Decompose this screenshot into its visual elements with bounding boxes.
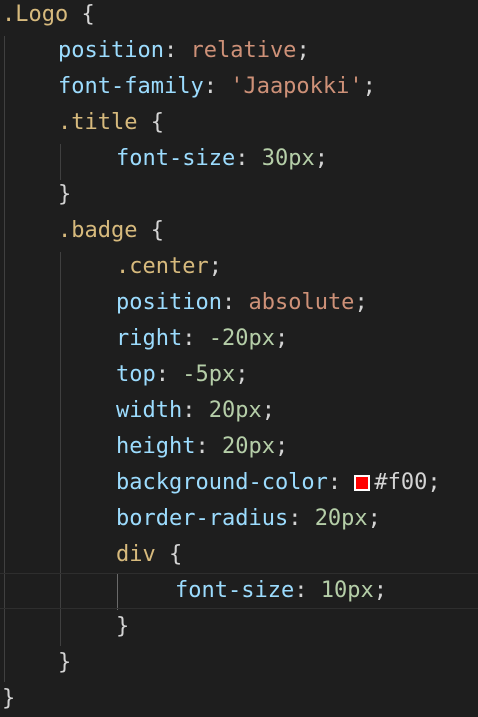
css-value: relative (190, 38, 297, 63)
code-line[interactable]: height: 20px; (0, 429, 478, 465)
semicolon: ; (367, 506, 381, 531)
css-value: 'Jaapokki' (230, 74, 363, 99)
css-value: 20px (314, 506, 368, 531)
css-value: 20px (208, 398, 262, 423)
code-line[interactable]: font-family: 'Jaapokki'; (0, 69, 478, 105)
colon: : (182, 398, 209, 423)
css-selector: .title (58, 110, 138, 135)
semicolon: ; (208, 254, 222, 279)
css-property: right (116, 326, 183, 351)
css-property: height (116, 434, 196, 459)
semicolon: ; (235, 362, 249, 387)
css-property: position (116, 290, 222, 315)
colon: : (294, 578, 321, 603)
css-property: font-family (58, 74, 204, 99)
brace-close: } (58, 650, 72, 675)
code-line[interactable]: border-radius: 20px; (0, 501, 478, 537)
colon: : (203, 74, 231, 99)
code-line[interactable]: .badge { (0, 213, 478, 249)
code-line[interactable]: top: -5px; (0, 357, 478, 393)
semicolon: ; (261, 398, 275, 423)
code-line[interactable]: position: absolute; (0, 285, 478, 321)
code-line[interactable]: position: relative; (0, 33, 478, 69)
brace-open: { (137, 110, 164, 135)
css-value: 20px (221, 434, 275, 459)
semicolon: ; (362, 74, 376, 99)
code-line-current[interactable]: font-size: 10px; (0, 573, 478, 609)
code-line[interactable]: } (0, 681, 478, 717)
code-line[interactable]: right: -20px; (0, 321, 478, 357)
css-value: #f00 (374, 470, 428, 495)
colon: : (195, 434, 222, 459)
css-property: font-size (116, 146, 236, 171)
brace-close: } (2, 686, 16, 711)
code-line[interactable]: font-size: 30px; (0, 141, 478, 177)
brace-open: { (68, 2, 95, 27)
semicolon: ; (274, 326, 289, 351)
semicolon: ; (427, 470, 441, 495)
code-line[interactable]: } (0, 609, 478, 645)
css-property: background-color (116, 470, 328, 495)
css-selector: div (116, 542, 156, 567)
semicolon: ; (314, 146, 328, 171)
colon: : (288, 506, 315, 531)
code-line[interactable]: } (0, 645, 478, 681)
semicolon: ; (373, 578, 387, 603)
code-line[interactable]: .title { (0, 105, 478, 141)
colon: : (327, 470, 355, 495)
brace-close: } (116, 614, 130, 639)
css-selector: .badge (58, 218, 138, 243)
css-value: 10px (320, 578, 374, 603)
brace-close: } (58, 182, 72, 207)
code-line[interactable]: .center; (0, 249, 478, 285)
brace-open: { (155, 542, 183, 567)
semicolon: ; (296, 38, 310, 63)
brace-open: { (137, 218, 164, 243)
color-swatch-icon[interactable] (354, 475, 371, 491)
colon: : (235, 146, 262, 171)
semicolon: ; (274, 434, 289, 459)
css-value: -20px (208, 326, 275, 351)
css-value: 30px (261, 146, 315, 171)
colon: : (182, 326, 209, 351)
css-value: absolute (248, 290, 355, 315)
code-line[interactable]: background-color: #f00; (0, 465, 478, 501)
semicolon: ; (354, 290, 368, 315)
css-property: top (116, 362, 156, 387)
css-value: -5px (182, 362, 236, 387)
code-editor[interactable]: .Logo { position: relative; font-family:… (0, 0, 478, 716)
css-property: position (58, 38, 164, 63)
css-mixin: .center (116, 254, 209, 279)
colon: : (163, 38, 191, 63)
css-selector: .Logo (2, 2, 69, 27)
colon: : (155, 362, 183, 387)
code-line[interactable]: width: 20px; (0, 393, 478, 429)
code-line[interactable]: } (0, 177, 478, 213)
css-property: border-radius (116, 506, 289, 531)
css-property: font-size (175, 578, 295, 603)
css-property: width (116, 398, 183, 423)
code-line[interactable]: div { (0, 537, 478, 573)
code-line[interactable]: .Logo { (0, 0, 478, 33)
colon: : (221, 290, 249, 315)
